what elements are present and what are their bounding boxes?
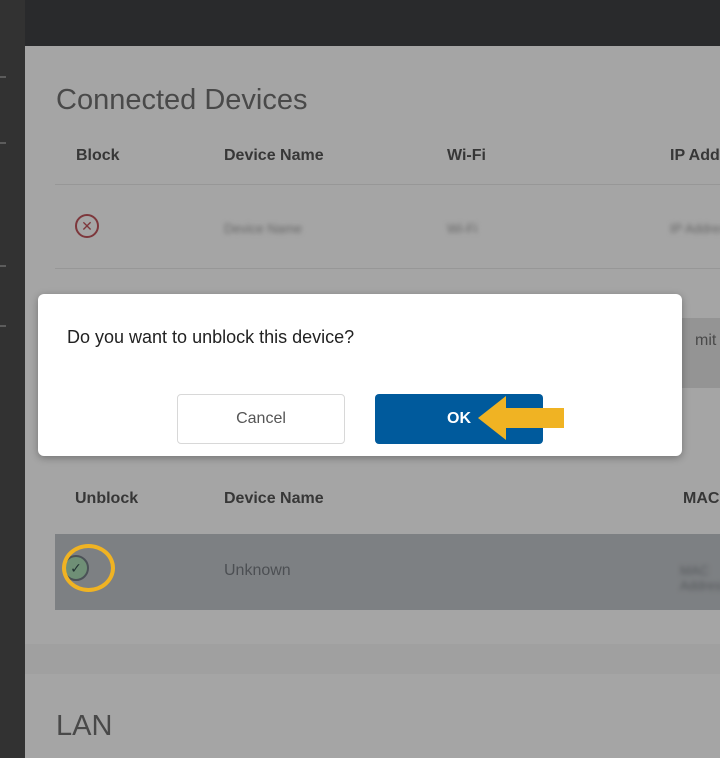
highlight-ring	[62, 544, 115, 592]
dialog-message: Do you want to unblock this device?	[67, 327, 355, 347]
unblock-confirm-dialog: Do you want to unblock this device? Canc…	[38, 294, 682, 456]
cancel-button[interactable]: Cancel	[177, 394, 345, 444]
arrow-left-icon	[478, 396, 564, 440]
